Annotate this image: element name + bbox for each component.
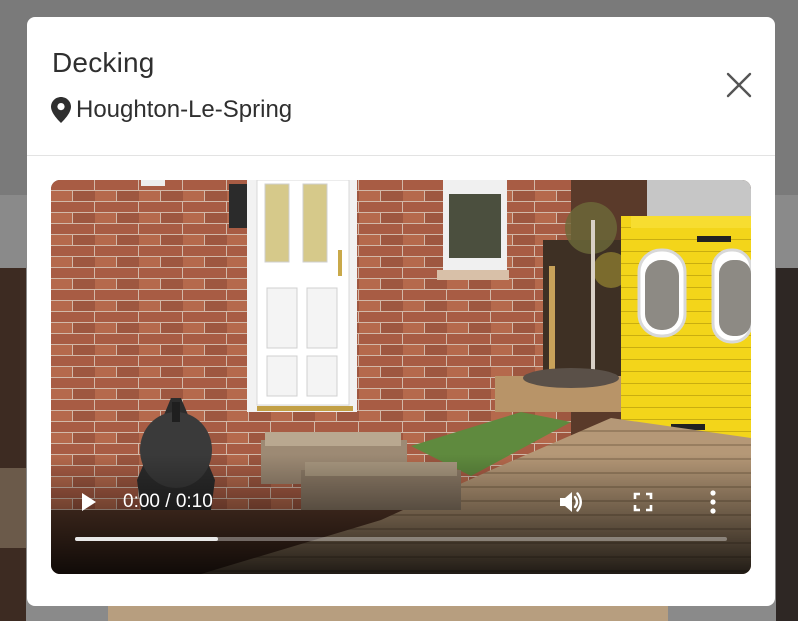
more-vertical-icon [703,490,723,520]
location-text: Houghton-Le-Spring [76,96,293,123]
close-icon [726,72,752,103]
more-options-button[interactable] [703,488,723,516]
background-gallery-card [0,268,26,621]
progress-bar[interactable] [75,537,727,541]
play-icon [77,493,101,518]
progress-buffered [75,537,219,541]
project-modal: Decking Houghton-Le-Spring 0:00 / 0:10 [27,17,775,606]
modal-title: Decking [52,47,155,78]
volume-button[interactable] [557,488,585,516]
map-pin-icon [51,97,71,123]
close-button[interactable] [723,71,755,103]
video-player[interactable]: 0:00 / 0:10 [51,180,751,574]
volume-icon [557,492,585,520]
background-gallery-card [776,268,798,621]
location: Houghton-Le-Spring [51,96,292,124]
play-button[interactable] [77,490,101,514]
background-gallery-card [108,606,668,621]
fullscreen-button[interactable] [631,490,655,514]
fullscreen-icon [631,492,655,518]
modal-header: Decking Houghton-Le-Spring [27,17,775,156]
time-display: 0:00 / 0:10 [123,491,213,512]
